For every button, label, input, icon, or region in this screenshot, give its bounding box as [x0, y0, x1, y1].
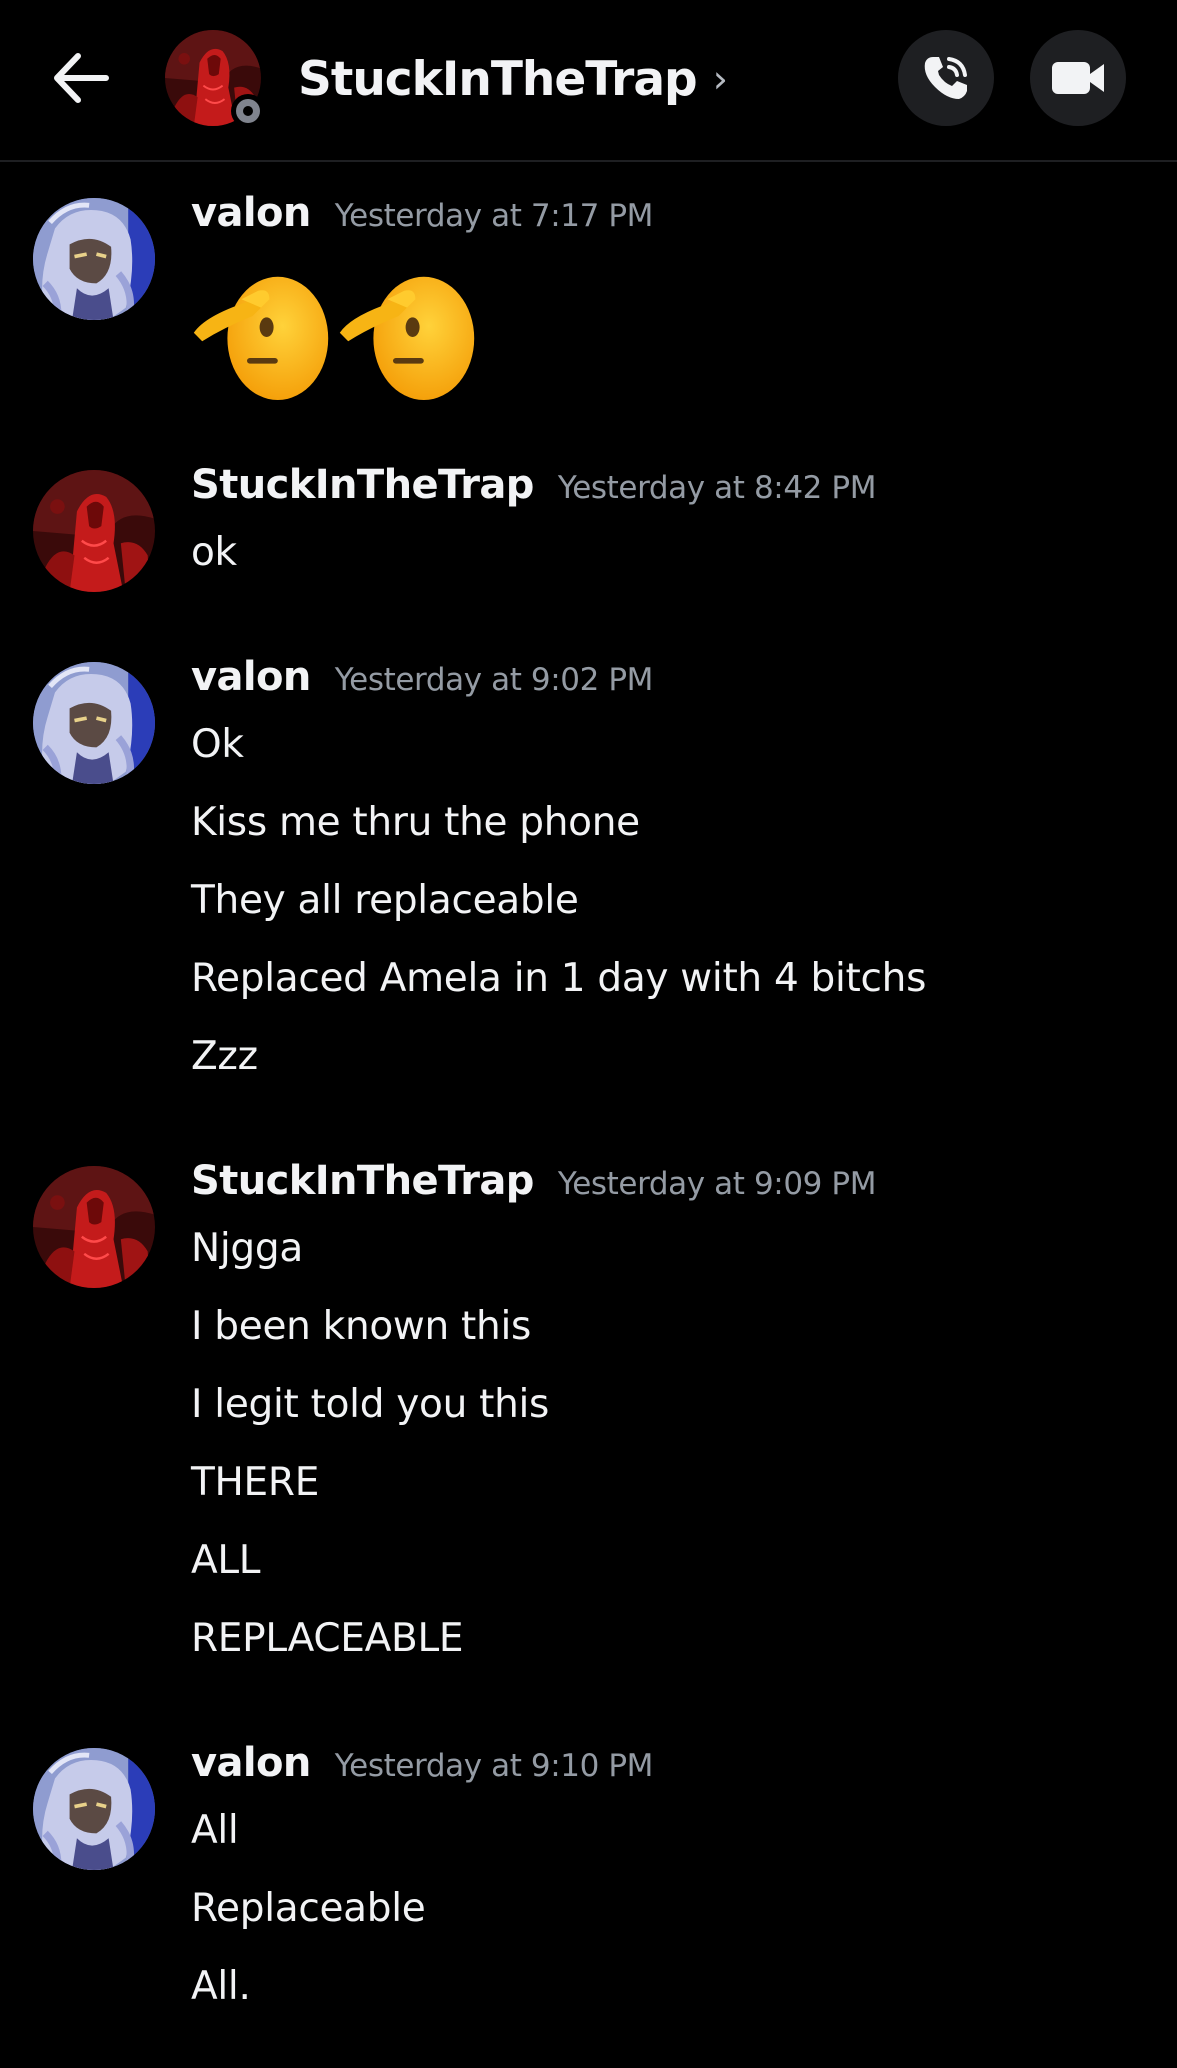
chat-header: StuckInTheTrap ›	[0, 0, 1177, 162]
username[interactable]: valon	[191, 1740, 311, 1786]
offline-status-icon	[231, 94, 265, 128]
message-line: Kiss me thru the phone	[191, 800, 640, 845]
message-line: ALL	[191, 1538, 261, 1583]
avatar[interactable]	[33, 198, 155, 320]
username[interactable]: valon	[191, 654, 311, 700]
message-line: I legit told you this	[191, 1382, 550, 1427]
back-button[interactable]	[46, 46, 116, 110]
channel-title[interactable]: StuckInTheTrap ›	[298, 44, 728, 114]
timestamp: Yesterday at 9:09 PM	[557, 1166, 877, 1202]
timestamp: Yesterday at 7:17 PM	[334, 198, 654, 234]
message-line: All.	[191, 1964, 251, 2009]
message-line: REPLACEABLE	[191, 1616, 464, 1661]
chevron-right-icon: ›	[712, 57, 728, 101]
avatar[interactable]	[33, 1166, 155, 1288]
avatar[interactable]	[33, 470, 155, 592]
video-camera-icon	[1052, 62, 1104, 94]
username[interactable]: StuckInTheTrap	[191, 1158, 534, 1204]
timestamp: Yesterday at 9:10 PM	[334, 1748, 654, 1784]
phone-call-icon	[924, 57, 967, 99]
timestamp: Yesterday at 9:02 PM	[334, 662, 654, 698]
avatar[interactable]	[33, 1748, 155, 1870]
message-line: THERE	[191, 1460, 320, 1505]
message-line: ok	[191, 530, 237, 575]
username[interactable]: StuckInTheTrap	[191, 462, 534, 508]
emoji-message	[191, 260, 1157, 400]
message-line: Replaceable	[191, 1886, 426, 1931]
message-line: I been known this	[191, 1304, 531, 1349]
voice-call-button[interactable]	[898, 30, 994, 126]
username[interactable]: valon	[191, 190, 311, 236]
channel-title-text: StuckInTheTrap	[298, 51, 698, 107]
message-line: All	[191, 1808, 239, 1853]
message-line: Njgga	[191, 1226, 303, 1271]
timestamp: Yesterday at 8:42 PM	[557, 470, 877, 506]
arrow-left-icon	[54, 53, 109, 103]
avatar[interactable]	[33, 662, 155, 784]
saluting-face-icon	[191, 260, 331, 400]
message-line: Zzz	[191, 1034, 258, 1079]
message-line: They all replaceable	[191, 878, 579, 923]
message-line: Ok	[191, 722, 244, 767]
video-call-button[interactable]	[1030, 30, 1126, 126]
message-line: Replaced Amela in 1 day with 4 bitchs	[191, 956, 927, 1001]
header-avatar[interactable]	[165, 30, 265, 128]
saluting-face-icon	[337, 260, 477, 400]
